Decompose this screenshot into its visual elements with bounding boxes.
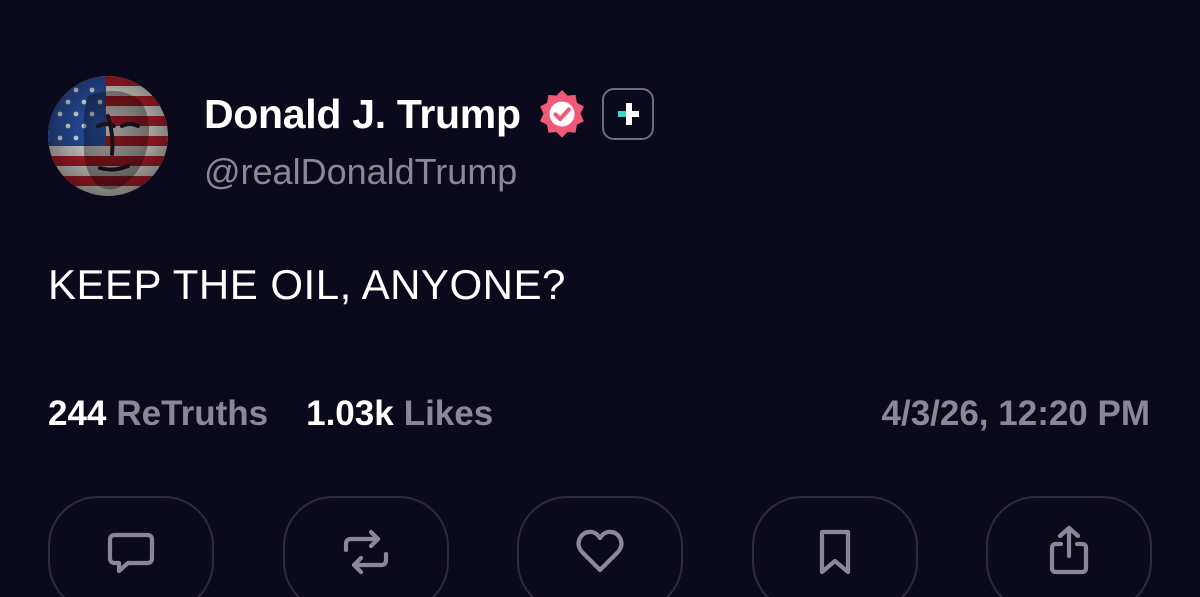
- truth-post-view: Donald J. Trump @realDonaldTrump KEEP TH…: [0, 0, 1200, 597]
- retruth-button[interactable]: [282, 496, 449, 597]
- comment-icon: [107, 532, 155, 574]
- share-button[interactable]: [986, 496, 1152, 597]
- likes-count: 1.03k: [306, 394, 394, 433]
- likes-stat[interactable]: 1.03k Likes: [306, 394, 493, 434]
- bookmark-icon: [819, 529, 850, 575]
- share-icon: [1049, 525, 1089, 575]
- retruths-stat[interactable]: 244 ReTruths: [48, 394, 268, 434]
- post-timestamp: 4/3/26, 12:20 PM: [881, 394, 1151, 433]
- plus-badge-icon: [617, 103, 639, 125]
- flag-portrait-avatar-icon: [48, 76, 168, 196]
- heart-icon: [576, 529, 624, 573]
- plus-badge[interactable]: [601, 88, 654, 140]
- reply-button[interactable]: [48, 496, 214, 597]
- author-display-name[interactable]: Donald J. Trump: [204, 86, 521, 142]
- bookmark-button[interactable]: [751, 496, 918, 597]
- avatar[interactable]: [48, 76, 168, 196]
- post-text: KEEP THE OIL, ANYONE?: [48, 261, 566, 308]
- repost-icon: [343, 529, 388, 575]
- author-handle[interactable]: @realDonaldTrump: [204, 150, 517, 194]
- retruths-label: ReTruths: [116, 394, 269, 433]
- action-bar: [48, 496, 1152, 597]
- post-stats: 244 ReTruths 1.03k Likes: [48, 390, 531, 438]
- likes-label: Likes: [403, 394, 494, 433]
- author-row: Donald J. Trump: [204, 86, 654, 142]
- like-button[interactable]: [517, 496, 683, 597]
- verified-badge-icon: [539, 90, 584, 138]
- retruths-count: 244: [48, 394, 107, 433]
